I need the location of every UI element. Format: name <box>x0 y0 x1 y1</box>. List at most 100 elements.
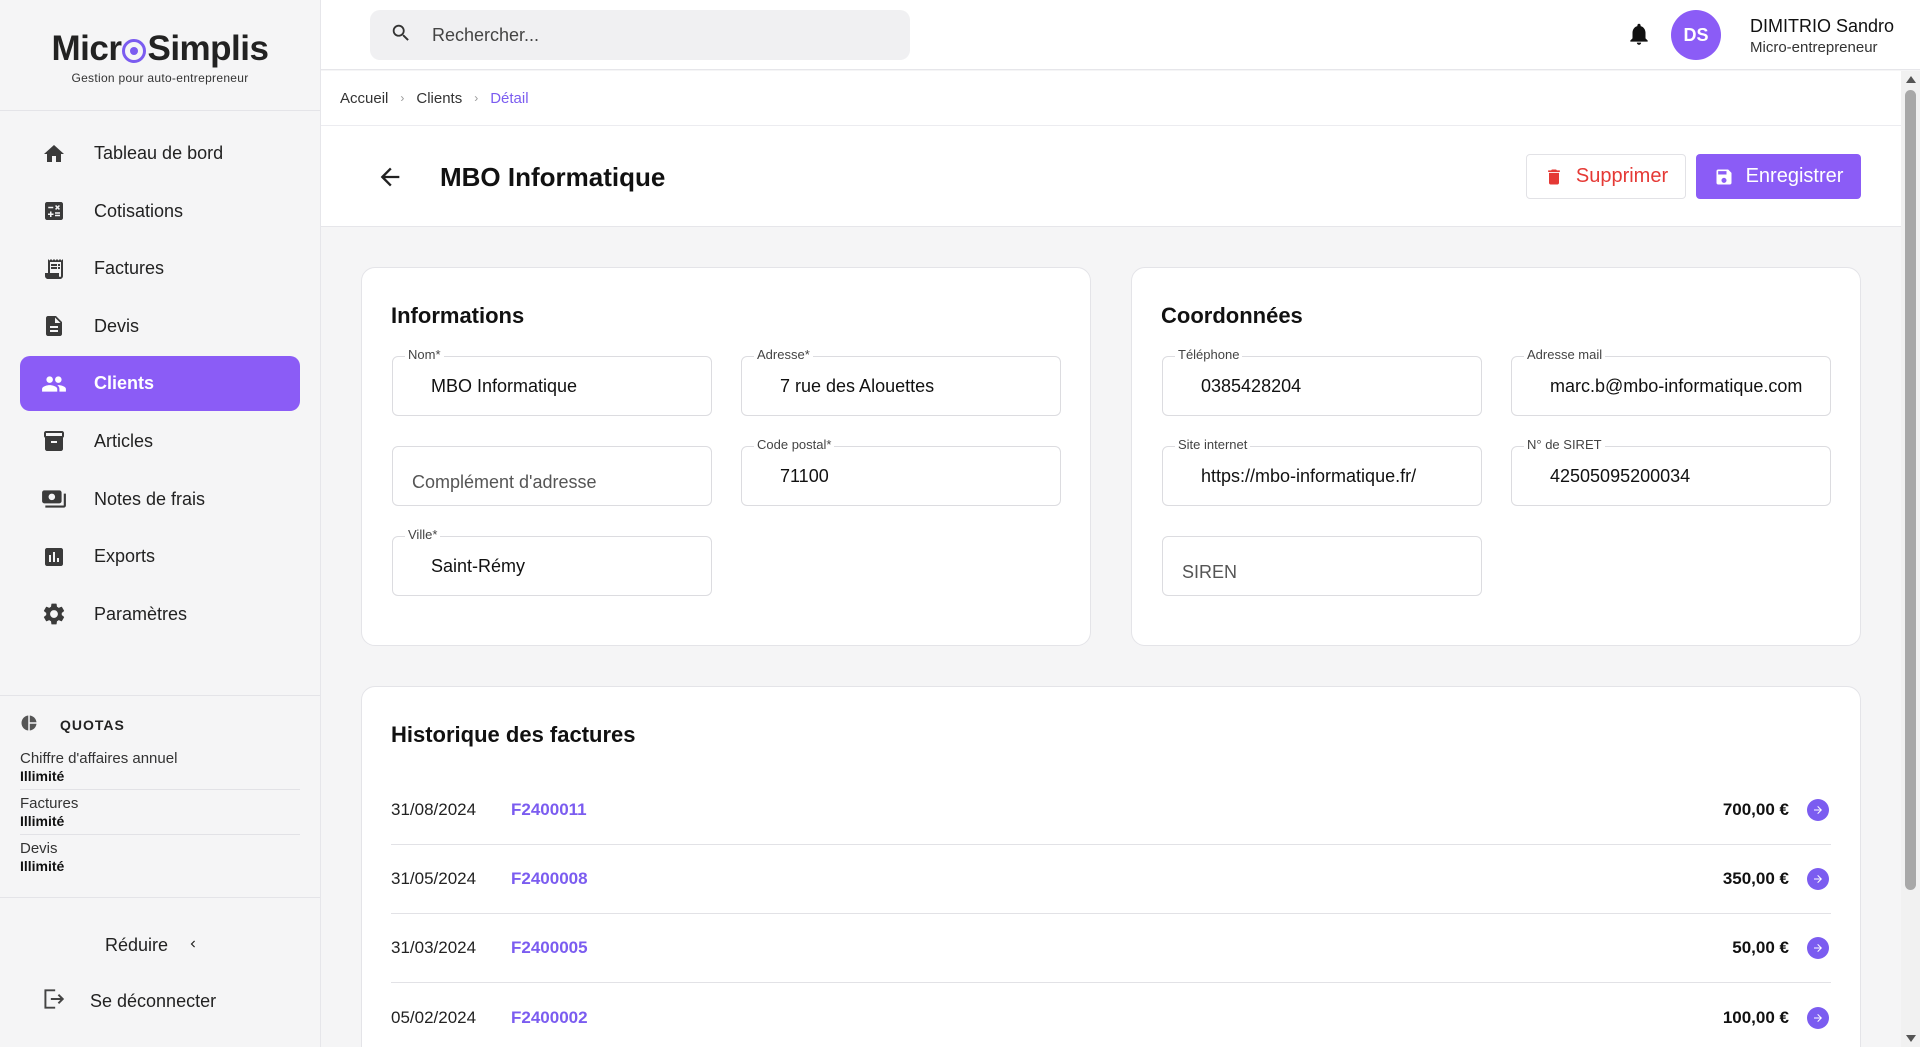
breadcrumb-current: Détail <box>490 89 529 107</box>
field-label: N° de SIRET <box>1524 437 1605 452</box>
logout-button[interactable]: Se déconnecter <box>40 986 216 1017</box>
breadcrumb-separator-icon: › <box>400 91 405 105</box>
page-title: MBO Informatique <box>440 162 666 192</box>
field-label: Nom* <box>405 347 444 362</box>
field-label: Ville* <box>405 527 441 542</box>
search-bar[interactable] <box>370 10 910 60</box>
field-value: marc.b@mbo-informatique.com <box>1550 376 1803 396</box>
sidebar-item-clients[interactable]: Clients <box>20 356 300 412</box>
breadcrumb-clients[interactable]: Clients <box>416 90 462 107</box>
sidebar-item-tableau-de-bord[interactable]: Tableau de bord <box>20 126 300 181</box>
trash-icon <box>1544 167 1564 187</box>
sidebar-item-label: Devis <box>94 315 140 336</box>
scroll-up-icon[interactable] <box>1906 76 1916 83</box>
gear-icon <box>40 600 68 628</box>
logo-target-icon <box>122 39 147 63</box>
sidebar-item-exports[interactable]: Exports <box>20 529 300 584</box>
breadcrumb-home[interactable]: Accueil <box>340 90 388 107</box>
field-value: MBO Informatique <box>431 376 578 396</box>
logo-title: Micr Simplis <box>52 29 269 69</box>
sidebar-item-label: Factures <box>94 258 165 279</box>
siren-field[interactable]: SIREN <box>1162 536 1482 596</box>
field-value: Saint-Rémy <box>431 556 526 576</box>
quota-label: Chiffre d'affaires annuel <box>20 750 178 767</box>
invoice-date: 05/02/2024 <box>391 1007 477 1027</box>
code-postal-field[interactable]: Code postal* 71100 <box>741 437 1061 506</box>
quota-label: Factures <box>20 795 79 812</box>
invoice-ref-link[interactable]: F2400011 <box>511 800 587 820</box>
logo[interactable]: Micr Simplis Gestion pour auto-entreprene… <box>0 0 320 111</box>
complement-adresse-field[interactable]: Complément d'adresse <box>392 446 712 506</box>
arrow-right-circle-icon[interactable] <box>1807 799 1829 821</box>
field-label: Adresse* <box>754 347 813 362</box>
arrow-right-circle-icon[interactable] <box>1807 1006 1829 1029</box>
scrollbar-thumb[interactable] <box>1905 90 1916 890</box>
document-icon <box>40 312 68 340</box>
quota-value: Illimité <box>20 858 65 874</box>
user-name: DIMITRIO Sandro <box>1750 16 1895 36</box>
sidebar-item-devis[interactable]: Devis <box>20 299 300 354</box>
sidebar-footer: Réduire Se déconnecter <box>0 897 320 1047</box>
ville-field[interactable]: Ville* Saint-Rémy <box>392 527 712 596</box>
reduce-sidebar-button[interactable]: Réduire <box>105 934 200 957</box>
sidebar-item-label: Clients <box>94 373 155 394</box>
back-arrow-icon[interactable] <box>376 163 404 191</box>
field-placeholder: SIREN <box>1182 562 1238 582</box>
quota-value: Illimité <box>20 813 65 829</box>
reduce-label: Réduire <box>105 935 169 955</box>
site-internet-field[interactable]: Site internet https://mbo-informatique.f… <box>1162 437 1482 506</box>
table-row[interactable]: 31/05/2024 F2400008 350,00 € <box>391 845 1831 914</box>
table-row[interactable]: 31/08/2024 F2400011 700,00 € <box>391 776 1831 845</box>
sidebar-item-label: Articles <box>94 430 154 451</box>
quota-row: Factures Illimité <box>20 790 300 835</box>
invoice-date: 31/03/2024 <box>391 938 477 957</box>
quota-row: Chiffre d'affaires annuel Illimité <box>20 745 300 790</box>
sidebar-item-articles[interactable]: Articles <box>20 414 300 469</box>
quota-row: Devis Illimité <box>20 835 300 879</box>
table-row[interactable]: 05/02/2024 F2400002 100,00 € <box>391 983 1831 1047</box>
notification-bell-icon[interactable] <box>1626 21 1654 49</box>
invoice-ref-link[interactable]: F2400002 <box>511 1008 588 1028</box>
nom-field[interactable]: Nom* MBO Informatique <box>392 347 712 416</box>
delete-button[interactable]: Supprimer <box>1526 154 1686 199</box>
scroll-down-icon[interactable] <box>1906 1035 1916 1042</box>
coordonnees-card: Coordonnées Téléphone 0385428204 Adresse… <box>1131 267 1861 646</box>
save-button[interactable]: Enregistrer <box>1696 154 1861 199</box>
table-row[interactable]: 31/03/2024 F2400005 50,00 € <box>391 914 1831 983</box>
invoice-amount: 50,00 € <box>1732 938 1789 957</box>
sidebar-nav: Tableau de bord Cotisations Factures Dev… <box>0 111 320 642</box>
informations-card: Informations Nom* MBO Informatique Adres… <box>361 267 1091 646</box>
pie-chart-icon <box>20 714 42 735</box>
avatar[interactable]: DS <box>1671 10 1721 60</box>
sidebar-item-notes-de-frais[interactable]: Notes de frais <box>20 472 300 527</box>
home-icon <box>40 140 68 168</box>
sidebar-item-parametres[interactable]: Paramètres <box>20 587 300 642</box>
sidebar-item-factures[interactable]: Factures <box>20 241 300 296</box>
siret-field[interactable]: N° de SIRET 42505095200034 <box>1511 437 1831 506</box>
search-input[interactable] <box>432 24 872 46</box>
delete-label: Supprimer <box>1575 165 1669 187</box>
sidebar: Micr Simplis Gestion pour auto-entreprene… <box>0 0 321 1047</box>
telephone-field[interactable]: Téléphone 0385428204 <box>1162 347 1482 416</box>
arrow-right-circle-icon[interactable] <box>1807 868 1829 890</box>
field-value: 42505095200034 <box>1550 466 1691 486</box>
sidebar-item-cotisations[interactable]: Cotisations <box>20 184 300 239</box>
card-title: Coordonnées <box>1161 303 1303 328</box>
arrow-right-circle-icon[interactable] <box>1807 937 1829 959</box>
field-label: Site internet <box>1175 437 1251 452</box>
invoice-ref-link[interactable]: F2400008 <box>511 869 588 889</box>
save-label: Enregistrer <box>1745 165 1844 187</box>
field-label: Adresse mail <box>1524 347 1606 362</box>
adresse-field[interactable]: Adresse* 7 rue des Alouettes <box>741 347 1061 416</box>
vertical-scrollbar[interactable] <box>1901 71 1920 1047</box>
invoice-amount: 350,00 € <box>1722 869 1789 888</box>
quotas-title: QUOTAS <box>60 716 125 733</box>
invoice-amount: 100,00 € <box>1722 1007 1789 1027</box>
user-info[interactable]: DIMITRIO Sandro Micro-entrepreneur <box>1750 16 1894 56</box>
email-field[interactable]: Adresse mail marc.b@mbo-informatique.com <box>1511 347 1831 416</box>
breadcrumb-separator-icon: › <box>474 91 479 105</box>
card-title: Informations <box>391 303 525 328</box>
invoice-ref-link[interactable]: F2400005 <box>511 938 588 958</box>
archive-icon <box>40 427 68 455</box>
quotas-panel: QUOTAS Chiffre d'affaires annuel Illimit… <box>0 695 320 879</box>
